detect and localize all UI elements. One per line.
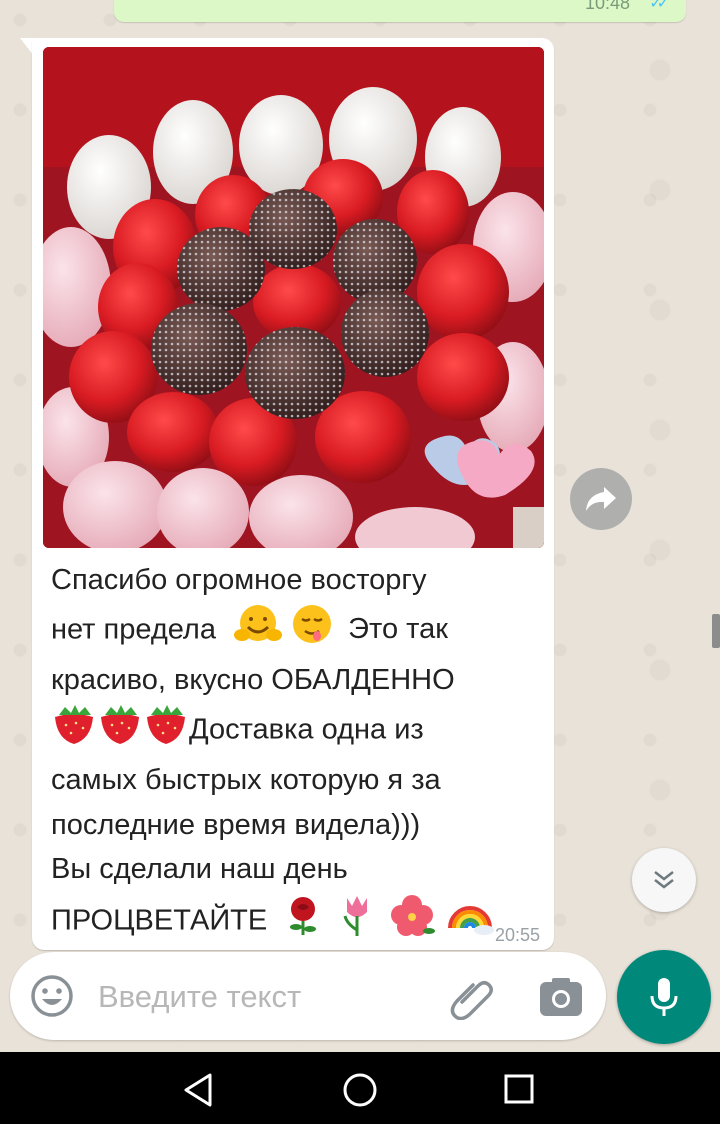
caption-line: нет предела Это так <box>51 603 537 659</box>
caption-line: последние время видела))) <box>51 808 421 841</box>
scroll-indicator[interactable] <box>712 614 720 648</box>
nav-home-button[interactable] <box>340 1070 380 1110</box>
attach-button[interactable] <box>450 974 496 1021</box>
camera-button[interactable] <box>538 976 584 1018</box>
previous-outgoing-message[interactable]: 10:48 ✓✓ <box>114 0 686 22</box>
double-chevron-down-icon <box>654 871 674 889</box>
caption-line: Доставка одна из <box>51 703 537 759</box>
message-photo[interactable] <box>43 47 544 548</box>
caption-line: Вы сделали наш день <box>51 853 348 885</box>
hugging-face-emoji <box>234 603 283 659</box>
emoji-button[interactable] <box>30 974 74 1018</box>
strawberry-emoji <box>51 703 97 759</box>
incoming-message[interactable]: Спасибо огромное восторгу нет предела Эт… <box>32 38 554 950</box>
caption-line: самых быстрых которую я за <box>51 764 441 796</box>
caption-line: Спасибо огромное восторгу <box>51 564 427 596</box>
nav-back-button[interactable] <box>180 1072 220 1108</box>
paperclip-icon <box>450 981 493 1021</box>
hibiscus-emoji <box>389 893 436 951</box>
scroll-to-bottom-button[interactable] <box>632 848 696 912</box>
system-navigation-bar <box>0 1052 720 1124</box>
smiley-icon <box>31 975 73 1017</box>
triangle-back-icon <box>184 1073 212 1107</box>
previous-message-time: 10:48 <box>584 0 630 13</box>
caption-text: Это так <box>348 612 448 645</box>
message-input[interactable] <box>96 972 430 1022</box>
rainbow-emoji <box>446 894 494 950</box>
circle-home-icon <box>343 1073 377 1107</box>
nav-recents-button[interactable] <box>502 1072 536 1106</box>
forward-button[interactable] <box>570 468 632 530</box>
caption-text: Доставка одна из <box>189 712 424 745</box>
caption-line: ПРОЦВЕТАЙТЕ <box>51 892 537 952</box>
square-recents-icon <box>504 1074 534 1104</box>
message-input-bar <box>10 952 606 1040</box>
strawberry-emoji <box>143 703 189 759</box>
forward-icon <box>586 487 616 511</box>
rose-emoji <box>281 893 325 951</box>
camera-icon <box>540 978 582 1016</box>
microphone-icon <box>650 978 678 1016</box>
voice-message-button[interactable] <box>617 950 711 1044</box>
caption-text: ПРОЦВЕТАЙТЕ <box>51 903 268 936</box>
message-time: 20:55 <box>494 925 540 945</box>
caption-line: красиво, вкусно ОБАЛДЕННО <box>51 664 455 696</box>
caption-text: нет предела <box>51 612 216 645</box>
read-ticks-icon: ✓✓ <box>649 0 670 12</box>
strawberry-emoji <box>97 703 143 759</box>
relieved-face-emoji <box>290 603 334 659</box>
tulip-emoji <box>337 892 377 952</box>
message-caption: Спасибо огромное восторгу нет предела Эт… <box>51 558 537 951</box>
